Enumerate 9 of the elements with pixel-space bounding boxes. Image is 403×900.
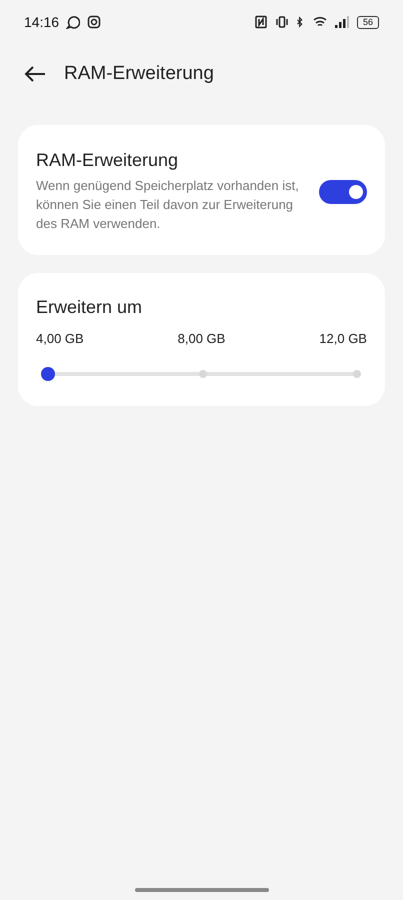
slider-stop-label: 8,00 GB	[178, 331, 226, 346]
page-title: RAM-Erweiterung	[64, 63, 214, 85]
slider-stop-label: 12,0 GB	[319, 331, 367, 346]
setting-description: Wenn genügend Speicherplatz vorhanden ist, können Sie einen Teil davon zur Erweiterung des RAM verwenden.	[36, 177, 299, 233]
setting-title: RAM-Erweiterung	[36, 150, 180, 171]
slider-title: Erweitern um	[36, 297, 144, 318]
battery-level: 56	[356, 16, 379, 28]
slider-stop-label: 4,00 GB	[36, 331, 84, 346]
status-time: 14:16	[24, 14, 60, 30]
